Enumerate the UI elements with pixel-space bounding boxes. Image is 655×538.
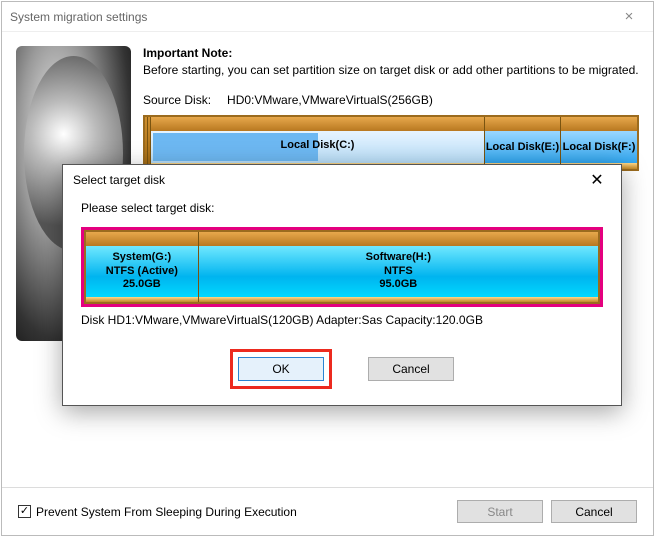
- tp-g-fs: NTFS (Active): [106, 265, 178, 279]
- checkbox-label: Prevent System From Sleeping During Exec…: [36, 505, 297, 519]
- dialog-title: Select target disk: [73, 173, 165, 187]
- tp-h-fs: NTFS: [384, 265, 413, 279]
- cancel-button[interactable]: Cancel: [551, 500, 637, 523]
- dialog-titlebar: Select target disk ✕: [63, 165, 621, 195]
- tp-g-name: System(G:): [112, 251, 171, 265]
- close-icon[interactable]: ×: [609, 8, 649, 25]
- partition-e-label: Local Disk(E:): [485, 131, 560, 163]
- source-label: Source Disk:: [143, 93, 211, 107]
- partition-e[interactable]: Local Disk(E:): [485, 117, 561, 169]
- main-title: System migration settings: [10, 10, 147, 24]
- target-disk-highlight: System(G:) NTFS (Active) 25.0GB Software…: [81, 227, 603, 307]
- dialog-cancel-button[interactable]: Cancel: [368, 357, 454, 381]
- footer: ✓ Prevent System From Sleeping During Ex…: [2, 487, 653, 535]
- checkbox-icon: ✓: [18, 505, 31, 518]
- partition-f-label: Local Disk(F:): [561, 131, 637, 163]
- tp-h-name: Software(H:): [366, 251, 431, 265]
- note-text: Before starting, you can set partition s…: [143, 62, 639, 79]
- select-target-dialog: Select target disk ✕ Please select targe…: [62, 164, 622, 406]
- target-partition-g[interactable]: System(G:) NTFS (Active) 25.0GB: [86, 232, 199, 302]
- tp-h-size: 95.0GB: [379, 278, 417, 292]
- partition-c-label: Local Disk(C:): [151, 139, 484, 151]
- note-title: Important Note:: [143, 46, 639, 60]
- prevent-sleep-checkbox[interactable]: ✓ Prevent System From Sleeping During Ex…: [18, 505, 297, 519]
- source-value: HD0:VMware,VMwareVirtualS(256GB): [227, 93, 433, 107]
- target-partition-h[interactable]: Software(H:) NTFS 95.0GB: [199, 232, 598, 302]
- main-titlebar: System migration settings ×: [2, 2, 653, 32]
- ok-highlight: OK: [230, 349, 332, 389]
- partition-c[interactable]: Local Disk(C:): [151, 117, 485, 169]
- dialog-prompt: Please select target disk:: [81, 201, 603, 215]
- target-disk-info: Disk HD1:VMware,VMwareVirtualS(120GB) Ad…: [81, 313, 603, 327]
- start-button: Start: [457, 500, 543, 523]
- source-disk-bar[interactable]: Local Disk(C:) Local Disk(E:) Local Disk…: [143, 115, 639, 171]
- target-disk-bar[interactable]: System(G:) NTFS (Active) 25.0GB Software…: [84, 230, 600, 304]
- partition-f[interactable]: Local Disk(F:): [561, 117, 637, 169]
- dialog-close-icon[interactable]: ✕: [577, 170, 617, 190]
- ok-button[interactable]: OK: [238, 357, 324, 381]
- tp-g-size: 25.0GB: [123, 278, 161, 292]
